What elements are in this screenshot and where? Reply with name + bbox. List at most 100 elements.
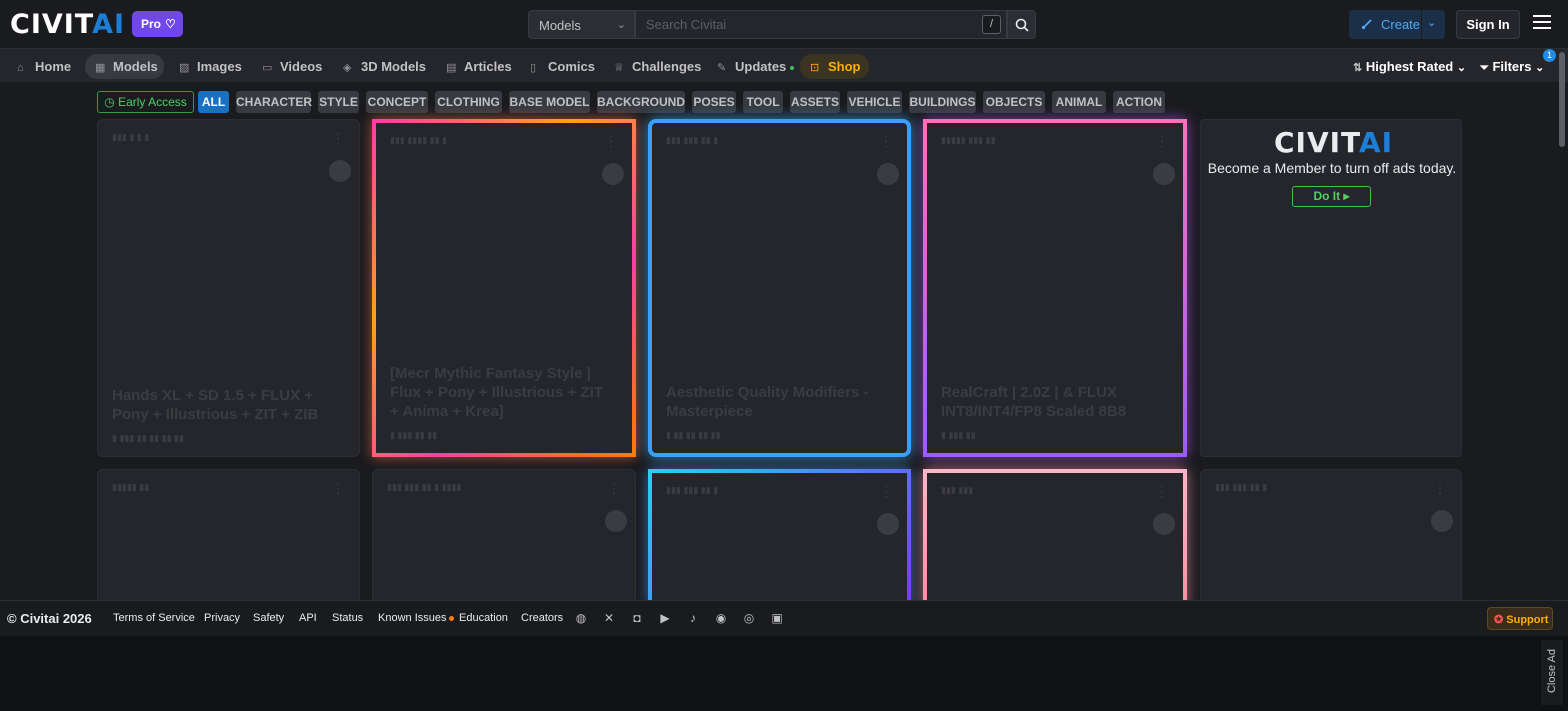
chip-clothing[interactable]: CLOTHING [435, 91, 502, 113]
model-title: Hands XL + SD 1.5 + FLUX + Pony + Illust… [112, 387, 319, 423]
nav-videos[interactable]: ▭ Videos [262, 54, 322, 79]
scrollbar[interactable] [1559, 52, 1565, 147]
sort-select[interactable]: ⇅ Highest Rated ⌄ [1353, 59, 1466, 74]
sign-in-button[interactable]: Sign In [1456, 10, 1520, 39]
lifebuoy-icon: ✪ [1494, 614, 1504, 626]
model-card[interactable]: ▮▮▮ ▮▮▮ ▮▮ ▮ ⋮ Aesthetic Quality Modifie… [648, 119, 911, 457]
civitai-logo[interactable]: CIVITAI [10, 11, 125, 38]
verified-icon [1153, 163, 1175, 185]
search-icon [1015, 18, 1029, 32]
model-card[interactable]: ▮▮▮ ▮▮▮ ▮▮ ▮ ▮▮▮▮ ⋮ [372, 469, 636, 609]
chip-style[interactable]: STYLE [318, 91, 359, 113]
search-shortcut-hint: / [982, 15, 1001, 34]
footer-link-education[interactable]: Education [459, 612, 508, 624]
verified-icon [1153, 513, 1175, 535]
footer-link-creators[interactable]: Creators [521, 612, 563, 624]
chip-vehicle[interactable]: VEHICLE [847, 91, 902, 113]
github-icon[interactable]: ◎ [741, 611, 757, 625]
nav-challenges[interactable]: ♕ Challenges [614, 54, 701, 79]
hamburger-menu-icon[interactable] [1533, 15, 1551, 29]
support-button[interactable]: ✪ Support [1487, 607, 1553, 630]
footer: © Civitai 2026 Terms of Service Privacy … [0, 600, 1568, 636]
discord-icon[interactable]: ◍ [573, 611, 589, 625]
brush-icon [1361, 19, 1372, 30]
chip-background[interactable]: BACKGROUND [597, 91, 685, 113]
tiktok-icon[interactable]: ♪ [685, 611, 701, 625]
footer-link-api[interactable]: API [299, 612, 317, 624]
more-options-icon[interactable]: ⋮ [331, 480, 345, 497]
top-bar: CIVITAI Pro♡ Models⌄ / Create ⌄ Sign In [0, 0, 1568, 48]
model-card[interactable]: ▮▮▮ ▮▮▮ ▮▮ ▮ ⋮ [1200, 469, 1462, 609]
chip-buildings[interactable]: BUILDINGS [909, 91, 976, 113]
x-icon[interactable]: ✕ [601, 611, 617, 625]
filters-button[interactable]: ⏷ Filters ⌄ [1480, 59, 1544, 75]
nav-comics[interactable]: ▯ Comics [530, 54, 595, 79]
verified-icon [329, 160, 351, 182]
chip-action[interactable]: ACTION [1113, 91, 1165, 113]
nav-articles[interactable]: ▤ Articles [446, 54, 512, 79]
model-card[interactable]: ▮▮▮▮▮ ▮▮ ⋮ [97, 469, 360, 609]
verified-icon [1431, 510, 1453, 532]
model-title: Aesthetic Quality Modifiers - Masterpiec… [666, 384, 869, 420]
chip-all[interactable]: ALL [198, 91, 229, 113]
footer-link-safety[interactable]: Safety [253, 612, 284, 624]
footer-link-status[interactable]: Status [332, 612, 363, 624]
nav-3d-models[interactable]: ◈ 3D Models [343, 54, 426, 79]
new-indicator-dot [790, 65, 795, 70]
model-card[interactable]: ▮▮▮ ▮▮▮▮ ▮▮ ▮ ⋮ [Mecr Mythic Fantasy Sty… [372, 119, 636, 457]
reddit-icon[interactable]: ◉ [713, 611, 729, 625]
close-ad-button[interactable]: Close Ad [1541, 640, 1563, 705]
more-options-icon[interactable]: ⋮ [1155, 483, 1169, 500]
chip-animal[interactable]: ANIMAL [1052, 91, 1106, 113]
more-options-icon[interactable]: ⋮ [879, 483, 893, 500]
more-options-icon[interactable]: ⋮ [607, 480, 621, 497]
model-title: [Mecr Mythic Fantasy Style | Flux + Pony… [390, 365, 603, 420]
twitch-icon[interactable]: ▣ [769, 611, 785, 625]
chip-poses[interactable]: POSES [692, 91, 736, 113]
more-options-icon[interactable]: ⋮ [331, 130, 345, 147]
verified-icon [605, 510, 627, 532]
chip-concept[interactable]: CONCEPT [366, 91, 428, 113]
chip-character[interactable]: CHARACTER [236, 91, 312, 113]
chevron-down-icon: ⌄ [616, 19, 626, 31]
model-card[interactable]: ▮▮▮ ▮ ▮ ▮ ⋮ Hands XL + SD 1.5 + FLUX + P… [97, 119, 360, 457]
pro-button[interactable]: Pro ♡ [132, 11, 183, 37]
footer-link-privacy[interactable]: Privacy [204, 612, 240, 624]
filter-icon: ⏷ [1480, 62, 1489, 74]
footer-link-terms[interactable]: Terms of Service [113, 612, 195, 624]
chip-tool[interactable]: TOOL [743, 91, 783, 113]
search-type-select[interactable]: Models ⌄ [528, 10, 635, 39]
more-options-icon[interactable]: ⋮ [1433, 480, 1447, 497]
do-it-button[interactable]: Do It ▸ [1292, 186, 1371, 207]
search-input[interactable] [635, 10, 1007, 39]
nav-updates[interactable]: ✎ Updates [717, 54, 795, 79]
chip-early-access[interactable]: ◷ Early Access [97, 91, 194, 113]
trophy-icon: ♕ [614, 62, 624, 74]
more-options-icon[interactable]: ⋮ [879, 133, 893, 150]
footer-link-known-issues[interactable]: Known Issues [378, 612, 455, 624]
image-icon: ▨ [179, 62, 190, 74]
instagram-icon[interactable]: ◘ [629, 611, 645, 625]
more-options-icon[interactable]: ⋮ [604, 133, 618, 150]
nav-models[interactable]: ▦ Models [85, 54, 164, 79]
nav-images[interactable]: ▨ Images [179, 54, 242, 79]
file-icon: ▤ [446, 62, 457, 74]
ad-text: Become a Member to turn off ads today. [1207, 160, 1457, 176]
model-card[interactable]: ▮▮▮ ▮▮▮ ▮▮ ▮ ⋮ [648, 469, 911, 609]
model-card[interactable]: ▮▮▮ ▮▮▮ ⋮ [923, 469, 1187, 609]
more-options-icon[interactable]: ⋮ [1155, 133, 1169, 150]
youtube-icon[interactable]: ▶ [657, 611, 673, 625]
nav-shop[interactable]: ⊡ Shop [800, 54, 869, 79]
search-button[interactable] [1007, 10, 1036, 39]
home-icon: ⌂ [17, 62, 24, 74]
verified-icon [602, 163, 624, 185]
chevron-down-icon[interactable]: ⌄ [1427, 16, 1436, 29]
chip-objects[interactable]: OBJECTS [983, 91, 1045, 113]
chip-base-model[interactable]: BASE MODEL [509, 91, 590, 113]
chip-assets[interactable]: ASSETS [790, 91, 840, 113]
sparkles-icon: ✎ [717, 62, 727, 74]
model-card[interactable]: ▮▮▮▮▮ ▮▮▮ ▮▮ ⋮ RealCraft | 2.0Z | & FLUX… [923, 119, 1187, 457]
create-button[interactable]: Create ⌄ [1349, 10, 1445, 39]
main-nav: ⌂ Home ▦ Models ▨ Images ▭ Videos ◈ 3D Models… [0, 48, 1568, 82]
nav-home[interactable]: ⌂ Home [17, 54, 71, 79]
